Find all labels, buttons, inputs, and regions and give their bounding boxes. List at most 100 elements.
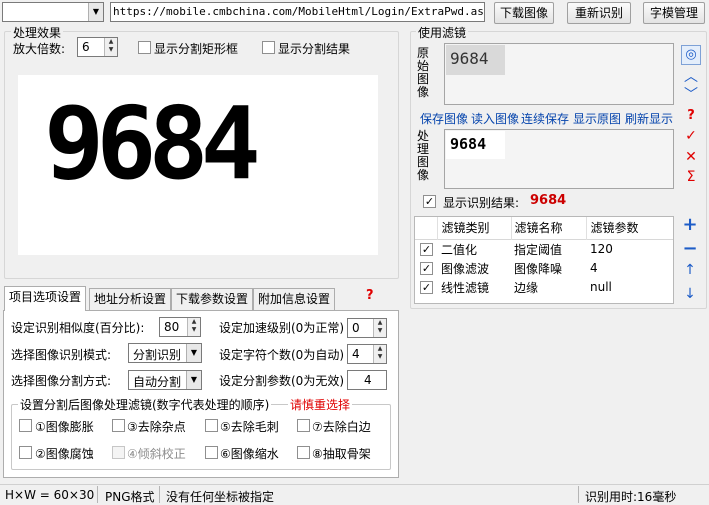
similarity-label: 设定识别相似度(百分比): [11,321,145,335]
table-row[interactable]: ✓ 二值化 指定阈值 120 [415,239,673,259]
chevron-down-icon[interactable]: ▼ [88,3,103,21]
show-result-label: 显示识别结果: [443,196,520,210]
filter-table: 滤镜类别 滤镜名称 滤镜参数 ✓ 二值化 指定阈值 120 ✓ 图像滤波 图像降… [414,216,674,304]
split-select[interactable]: 自动分割 ▼ [128,370,202,390]
accel-label: 设定加速级别(0为正常) [219,321,344,335]
status-format: PNG格式 [105,490,155,504]
show-rect-label: 显示分割矩形框 [154,42,239,56]
tab-extra-info[interactable]: 附加信息设置 [253,288,336,310]
target-icon[interactable]: ◎ [681,45,701,65]
plus-icon[interactable]: + [682,214,698,235]
accel-value: 0 [352,321,360,335]
close-icon[interactable]: ✕ [683,149,699,165]
dilate-checkbox[interactable] [19,419,32,432]
refresh-display-link[interactable]: 刷新显示 [625,110,673,127]
continuous-save-link[interactable]: 连续保存 [521,110,569,127]
chevron-down-icon[interactable]: ▼ [186,344,201,362]
table-row[interactable]: ✓ 图像滤波 图像降噪 4 [415,259,673,278]
split-value: 自动分割 [133,375,182,389]
source-combo[interactable]: ▼ [2,2,104,22]
captcha-preview-text: 9684 [44,85,261,202]
status-separator [159,486,160,503]
trim-border-checkbox[interactable] [297,419,310,432]
warning-text: 请慎重选择 [288,396,353,413]
template-manager-button[interactable]: 字模管理 [643,2,705,24]
erode-label: ②图像腐蚀 [35,447,94,461]
download-image-button[interactable]: 下载图像 [494,2,554,24]
row-param: null [590,280,612,294]
row-name: 图像降噪 [514,261,563,276]
sigma-icon[interactable]: Σ [683,169,699,185]
zoom-spinner[interactable]: 6 ▲ ▼ [77,37,118,57]
status-elapsed: 识别用时:16毫秒 [585,490,677,504]
status-separator [97,486,98,503]
chevron-down-icon[interactable]: ▼ [186,371,201,389]
similarity-value: 80 [164,320,180,334]
table-row[interactable]: ✓ 线性滤镜 边缘 null [415,278,673,297]
header-name[interactable]: 滤镜名称 [511,217,587,239]
row-checkbox[interactable]: ✓ [420,261,433,275]
save-image-link[interactable]: 保存图像 [420,110,468,127]
show-rect-checkbox[interactable] [138,41,151,54]
skeleton-checkbox[interactable] [297,446,310,459]
processed-image-box: 9684 [444,129,674,189]
show-original-link[interactable]: 显示原图 [573,110,621,127]
status-size: H×W = 60×30 [5,488,95,502]
dilate-label: ①图像膨胀 [35,420,94,434]
header-check [415,217,438,239]
load-image-link[interactable]: 读入图像 [471,110,519,127]
split-param-input[interactable]: 4 [347,370,387,390]
tab-download-params[interactable]: 下载参数设置 [171,288,254,310]
row-checkbox[interactable]: ✓ [420,242,433,256]
show-seg-checkbox[interactable] [262,41,275,54]
spinner-arrows-icon[interactable]: ▲ ▼ [104,38,117,56]
question-mark-icon[interactable]: ? [366,288,374,303]
tab-address-analysis[interactable]: 地址分析设置 [89,288,172,310]
zoom-value: 6 [82,40,90,54]
deskew-checkbox [112,446,125,459]
arrow-down-icon[interactable]: ↓ [682,286,698,302]
spinner-arrows-icon[interactable]: ▲ ▼ [187,318,200,336]
skeleton-label: ⑧抽取骨架 [312,447,371,461]
spinner-arrows-icon[interactable]: ▲ ▼ [373,345,386,363]
char-count-value: 4 [352,347,360,361]
denoise-checkbox[interactable] [112,419,125,432]
mode-value: 分割识别 [133,348,182,362]
split-label: 选择图像分割方式: [11,374,112,388]
mode-select[interactable]: 分割识别 ▼ [128,343,202,363]
denoise-label: ③去除杂点 [127,420,186,434]
arrow-up-icon[interactable]: ↑ [682,262,698,278]
rerecognize-button[interactable]: 重新识别 [567,2,631,24]
row-checkbox[interactable]: ✓ [420,280,433,294]
header-param[interactable]: 滤镜参数 [586,217,673,239]
chevron-up-icon[interactable]: ︿ [683,66,699,86]
row-param: 120 [590,242,613,256]
char-count-label: 设定字符个数(0为自动) [219,348,344,362]
accel-spinner[interactable]: 0 ▲ ▼ [347,318,387,338]
show-result-checkbox[interactable]: ✓ [423,195,436,208]
minus-icon[interactable]: − [682,238,698,259]
status-separator [578,486,579,503]
row-category: 图像滤波 [441,261,490,276]
processed-captcha: 9684 [446,131,505,159]
original-image-box: 9684 [444,43,674,105]
shrink-checkbox[interactable] [205,446,218,459]
row-name: 边缘 [514,280,539,295]
deburr-checkbox[interactable] [205,419,218,432]
processed-image-label: 处理图像 [417,129,430,182]
spinner-arrows-icon[interactable]: ▲ ▼ [373,319,386,337]
similarity-spinner[interactable]: 80 ▲ ▼ [159,317,201,337]
erode-checkbox[interactable] [19,446,32,459]
tab-project-options[interactable]: 项目选项设置 [4,286,87,311]
show-seg-label: 显示分割结果 [278,42,351,56]
url-input[interactable]: https://mobile.cmbchina.com/MobileHtml/L… [110,2,485,22]
mode-label: 选择图像识别模式: [11,348,112,362]
preview-group-title: 处理效果 [11,24,64,41]
chevron-down-icon[interactable]: ﹀ [683,84,699,104]
captcha-preview: 9684 [18,75,378,255]
post-filter-title: 设置分割后图像处理滤镜(数字代表处理的顺序) [18,396,272,413]
char-count-spinner[interactable]: 4 ▲ ▼ [347,344,387,364]
check-icon[interactable]: ✓ [683,128,699,144]
question-mark-icon[interactable]: ? [683,108,699,123]
header-category[interactable]: 滤镜类别 [437,217,512,239]
